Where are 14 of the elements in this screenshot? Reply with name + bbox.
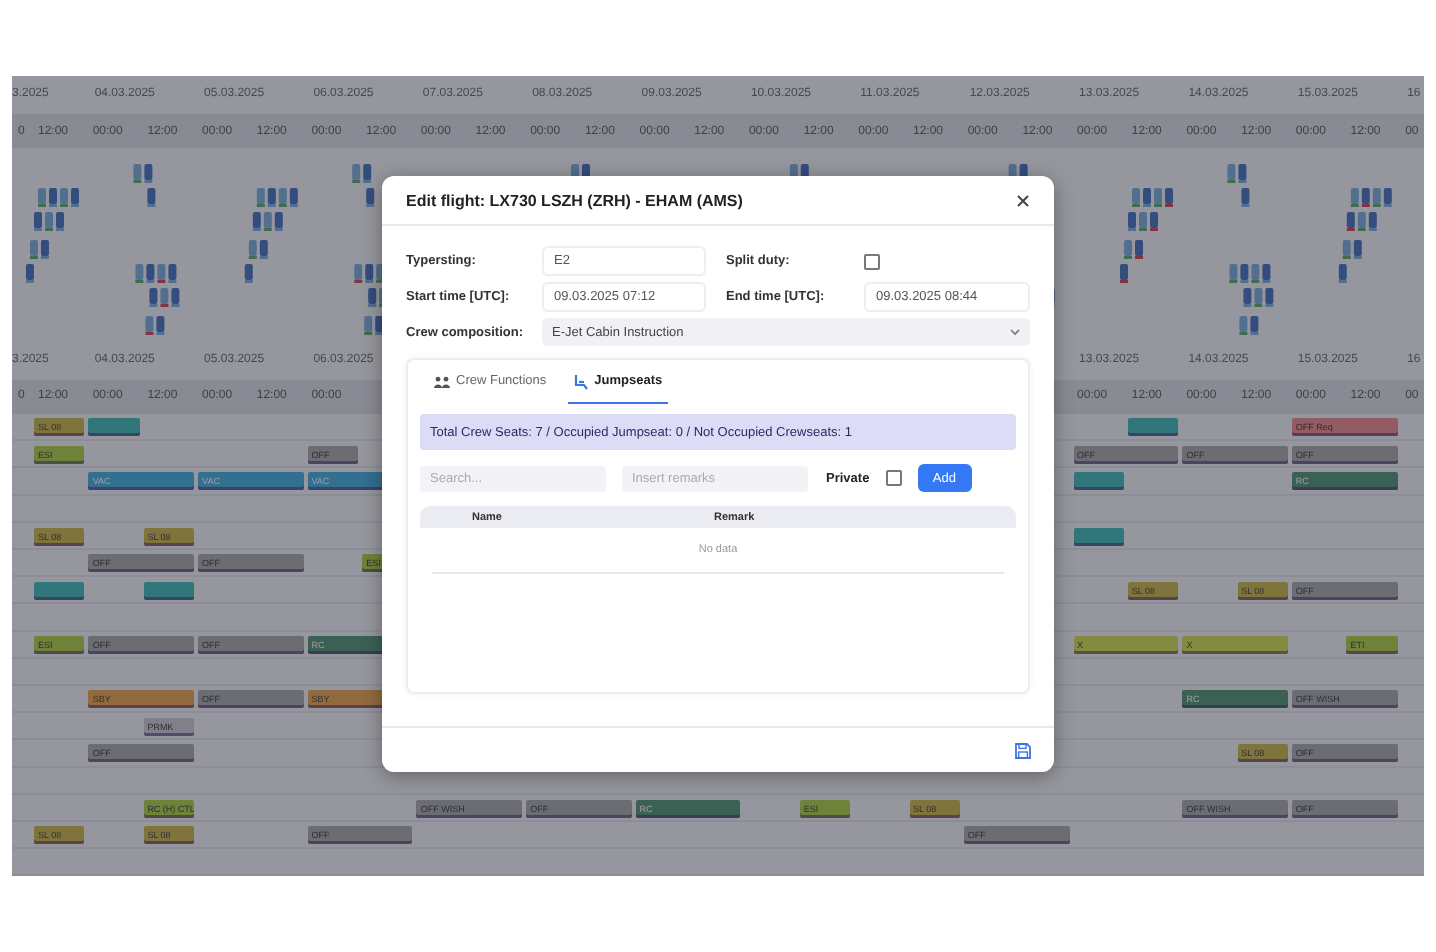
schedule-bar[interactable] bbox=[88, 418, 140, 437]
schedule-bar[interactable] bbox=[143, 581, 195, 600]
checkbox[interactable] bbox=[864, 253, 880, 269]
chevron-down-icon bbox=[1010, 328, 1020, 336]
schedule-bar[interactable] bbox=[34, 581, 85, 600]
schedule-bar[interactable] bbox=[1127, 418, 1179, 437]
checkbox[interactable] bbox=[885, 470, 902, 486]
dialog-title: Edit flight: LX730 LSZH (ZRH) - EHAM (AMS) bbox=[406, 191, 743, 209]
schedule-bar[interactable] bbox=[1073, 472, 1124, 491]
schedule-bar[interactable] bbox=[1073, 527, 1124, 546]
save-icon[interactable] bbox=[1014, 741, 1032, 759]
seat-icon bbox=[574, 373, 589, 389]
people-icon bbox=[434, 375, 450, 387]
close-icon[interactable] bbox=[1016, 193, 1030, 207]
